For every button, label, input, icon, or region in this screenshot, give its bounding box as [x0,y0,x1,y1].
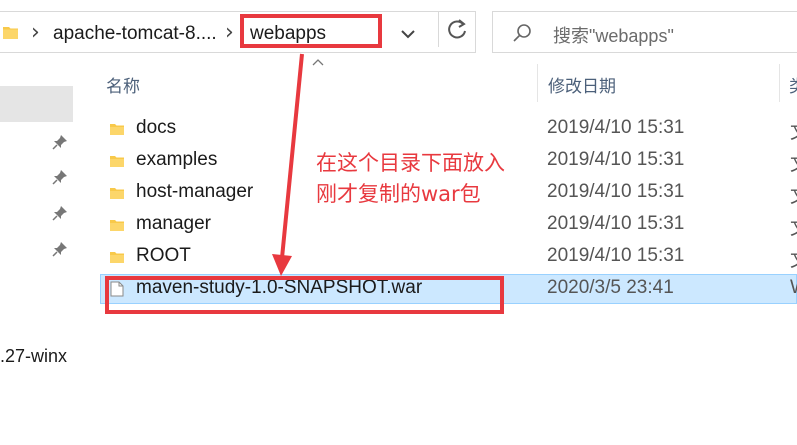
folder-icon [110,220,124,231]
column-header-modified[interactable]: 修改日期 [548,72,616,97]
column-divider[interactable] [779,64,780,102]
file-modified: 2019/4/10 15:31 [547,181,685,202]
chevron-down-icon[interactable] [396,24,420,44]
nav-selected-item[interactable] [0,86,73,122]
pin-icon[interactable] [52,169,68,185]
folder-icon [110,188,124,199]
file-modified: 2019/4/10 15:31 [547,117,685,138]
annotation-text-line2: 刚才复制的war包 [316,182,481,206]
folder-icon [3,27,18,39]
file-modified: 2019/4/10 15:31 [547,213,685,234]
file-modified: 2019/4/10 15:31 [547,245,685,266]
file-row[interactable]: docs 2019/4/10 15:31 文 [100,114,797,144]
file-type: W [790,277,797,299]
file-modified: 2020/3/5 23:41 [547,277,674,298]
breadcrumb-chevron-icon[interactable]: › [31,20,40,45]
highlight-box-webapps [240,14,382,48]
breadcrumb-chevron-icon[interactable]: › [225,20,234,45]
refresh-icon [448,19,466,39]
pin-icon[interactable] [52,205,68,221]
address-bar[interactable]: › apache-tomcat-8.... › webapps [0,11,476,53]
address-toolbar: › apache-tomcat-8.... › webapps 搜索"webap… [0,0,797,62]
folder-icon [110,252,124,263]
column-header-name[interactable]: 名称 [106,72,140,97]
folder-icon [110,156,124,167]
nav-item-truncated[interactable]: .27-winx [0,346,67,367]
file-type: 文 [790,181,797,208]
refresh-button[interactable] [438,11,475,47]
sort-ascending-icon [312,59,324,66]
file-name: host-manager [136,181,254,202]
search-icon [513,24,531,42]
navigation-pane: .27-winx [0,62,75,445]
file-type: 文 [790,149,797,176]
annotation-text-line1: 在这个目录下面放入 [316,151,505,175]
pin-icon[interactable] [52,241,68,257]
file-type: 文 [790,213,797,240]
pin-icon[interactable] [52,134,68,150]
breadcrumb-tomcat[interactable]: apache-tomcat-8.... [53,23,217,45]
file-row[interactable]: ROOT 2019/4/10 15:31 文 [100,242,797,272]
column-divider[interactable] [537,64,538,102]
file-name: ROOT [136,245,191,266]
highlight-box-war-file [105,276,504,314]
file-row[interactable]: manager 2019/4/10 15:31 文 [100,210,797,240]
column-header-type[interactable]: 类 [789,72,797,97]
file-type: 文 [790,245,797,272]
file-name: docs [136,117,177,138]
search-placeholder: 搜索"webapps" [553,26,674,46]
folder-icon [110,124,124,135]
file-name: manager [136,213,211,234]
search-box[interactable]: 搜索"webapps" [492,11,797,53]
file-name: examples [136,149,218,170]
file-type: 文 [790,117,797,144]
file-modified: 2019/4/10 15:31 [547,149,685,170]
